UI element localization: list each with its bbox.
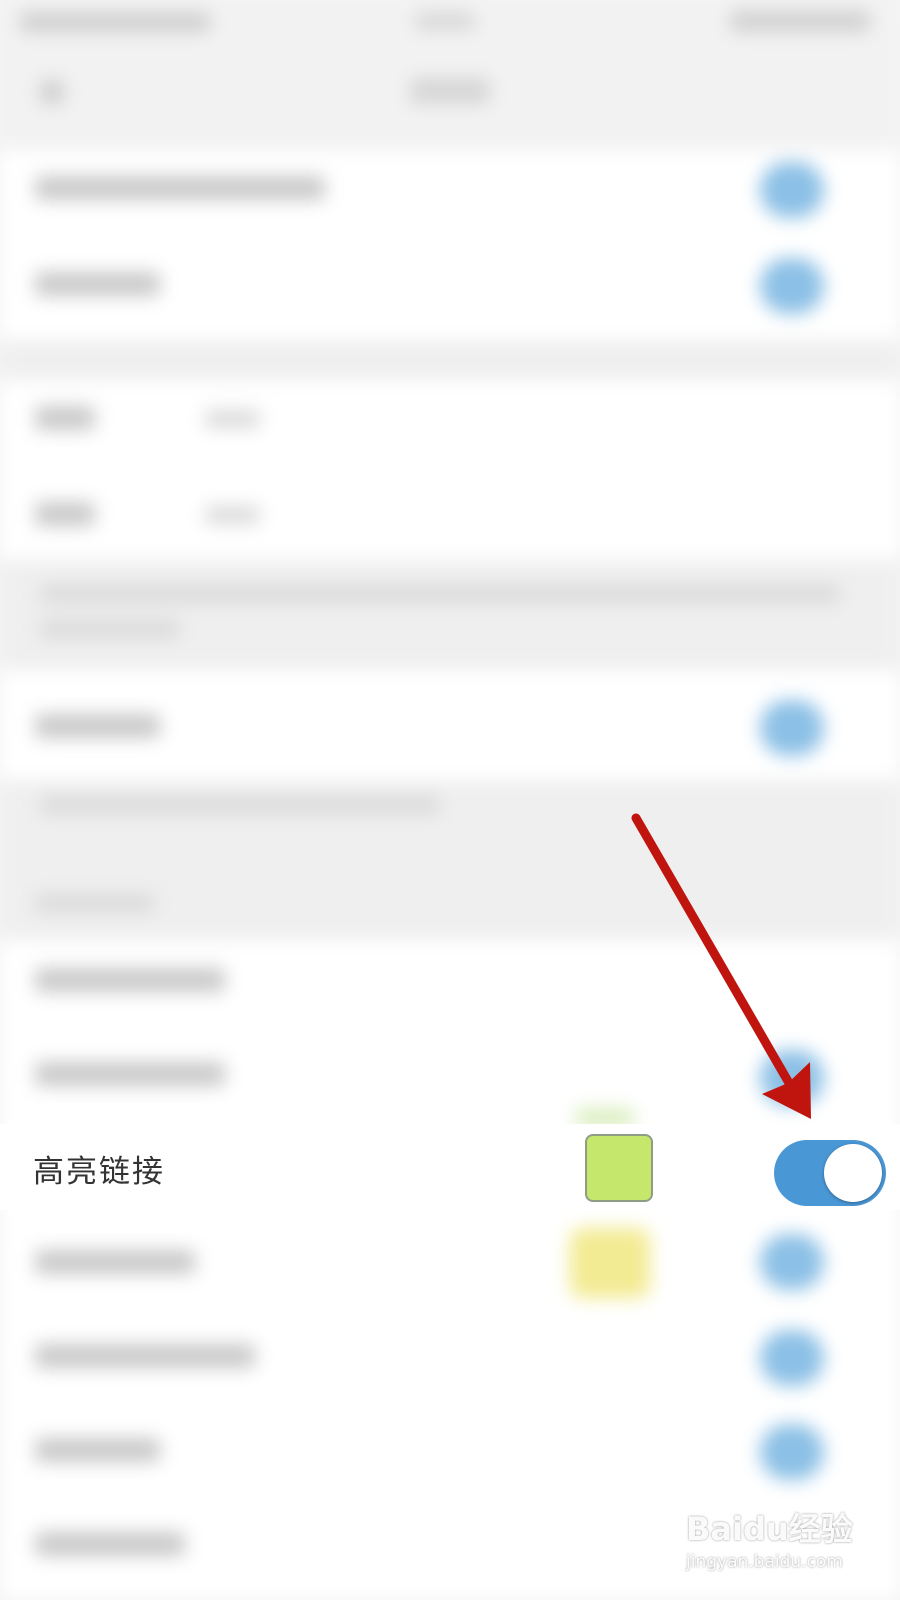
blurred-swatch (570, 1228, 650, 1298)
blurred-description-line (40, 585, 840, 603)
blurred-description (0, 560, 900, 670)
blurred-row-label (35, 406, 95, 430)
blurred-hint (40, 796, 440, 814)
blurred-row-label (35, 1250, 195, 1274)
highlight-links-label: 高亮链接 (33, 1154, 165, 1190)
blurred-row-value (205, 410, 260, 428)
blurred-toggle (760, 258, 824, 314)
blurred-description-line (40, 620, 180, 638)
blurred-row-label (35, 714, 160, 738)
blurred-row-label (35, 272, 160, 296)
blurred-toggle (760, 1330, 824, 1386)
watermark-url: jingyan.baidu.com (686, 1552, 843, 1572)
highlight-color-swatch[interactable] (585, 1134, 653, 1202)
blurred-toggle (760, 700, 824, 756)
blurred-row-label (35, 968, 225, 992)
blurred-toggle (760, 1424, 824, 1480)
blurred-gap (0, 340, 900, 380)
blurred-section-header (35, 894, 155, 912)
nav-bar (0, 60, 900, 150)
blurred-row-label (35, 1532, 185, 1556)
watermark-brand: Baidu经验 (686, 1510, 853, 1548)
blurred-row-label (35, 502, 95, 526)
blurred-settings-background (0, 0, 900, 1600)
blurred-panel-2 (0, 380, 900, 560)
highlight-links-row: 高亮链接 (0, 1124, 900, 1210)
blurred-status-right (730, 10, 870, 32)
back-icon (40, 80, 64, 104)
blurred-row-value (205, 506, 260, 524)
blurred-row-label (35, 1438, 160, 1462)
blurred-toggle (760, 1234, 824, 1290)
blurred-toggle (760, 162, 824, 218)
blurred-status-left (20, 12, 210, 32)
toggle-knob (824, 1144, 882, 1202)
blurred-row-label (35, 1062, 225, 1086)
baidu-jingyan-watermark: Baidu经验 jingyan.baidu.com (686, 1504, 876, 1584)
highlight-links-toggle[interactable] (774, 1140, 886, 1206)
blurred-row-label (35, 176, 325, 200)
blurred-page-title (410, 78, 490, 104)
blurred-row-label (35, 1344, 255, 1368)
blurred-toggle (760, 1050, 824, 1106)
blurred-status-time (415, 12, 475, 30)
